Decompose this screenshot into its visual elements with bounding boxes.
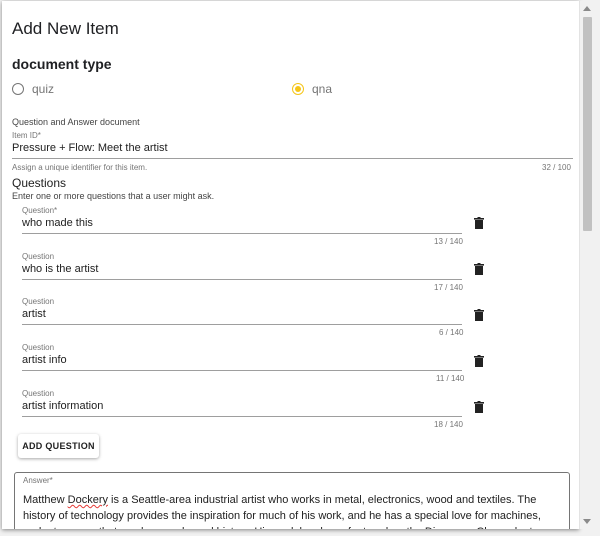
radio-checked-icon [292,83,304,95]
item-id-counter: 32 / 100 [542,163,571,172]
add-question-button[interactable]: ADD QUESTION [18,434,99,458]
dialog-title: Add New Item [12,19,119,38]
radio-qna[interactable]: qna [292,82,332,96]
question-label: Question [22,343,55,352]
question-input[interactable]: who made this [22,217,93,229]
question-counter: 6 / 140 [439,328,464,337]
question-label: Question [22,297,55,306]
questions-heading: Questions [12,176,67,190]
delete-question-trash-icon[interactable] [474,355,484,367]
radio-qna-label: qna [312,82,333,96]
question-underline [22,233,462,234]
question-label: Question* [22,206,58,215]
answer-text-start: Matthew [23,494,68,506]
question-underline [22,279,462,280]
radio-unchecked-icon [12,83,24,95]
misspelled-word: Dockery [67,494,108,506]
radio-quiz[interactable]: quiz [12,82,54,96]
question-label: Question [22,389,55,398]
questions-hint: Enter one or more questions that a user … [12,191,215,201]
question-input[interactable]: artist info [22,354,67,366]
question-counter: 13 / 140 [434,237,463,246]
dialog-scrollbar[interactable] [579,1,595,529]
delete-question-trash-icon[interactable] [474,309,484,321]
question-underline [22,370,462,371]
question-counter: 17 / 140 [434,283,463,292]
answer-text: Matthew Dockery is a Seattle-area indust… [23,492,559,529]
item-id-hint: Assign a unique identifier for this item… [12,163,148,172]
question-label: Question [22,252,55,261]
question-counter: 11 / 140 [436,374,465,383]
scroll-up-arrow-icon[interactable] [583,6,591,11]
item-id-input[interactable]: Pressure + Flow: Meet the artist [12,142,168,154]
document-type-heading: document type [12,56,112,72]
delete-question-trash-icon[interactable] [474,263,484,275]
radio-quiz-label: quiz [32,82,55,96]
scroll-down-arrow-icon[interactable] [583,519,591,524]
question-input[interactable]: artist [22,308,46,320]
question-input[interactable]: who is the artist [22,263,98,275]
answer-textarea[interactable]: Answer* Matthew Dockery is a Seattle-are… [14,472,570,529]
add-item-dialog: Add New Item document type quiz qna Ques… [2,1,579,529]
question-input[interactable]: artist information [22,400,103,412]
delete-question-trash-icon[interactable] [474,401,484,413]
question-underline [22,416,462,417]
question-counter: 18 / 140 [434,420,463,429]
qna-subtitle: Question and Answer document [12,117,140,127]
scrollbar-thumb[interactable] [583,17,592,231]
item-id-label: Item ID* [12,131,41,140]
answer-label: Answer* [23,476,53,485]
question-underline [22,324,462,325]
delete-question-trash-icon[interactable] [474,217,484,229]
item-id-underline [12,158,573,159]
